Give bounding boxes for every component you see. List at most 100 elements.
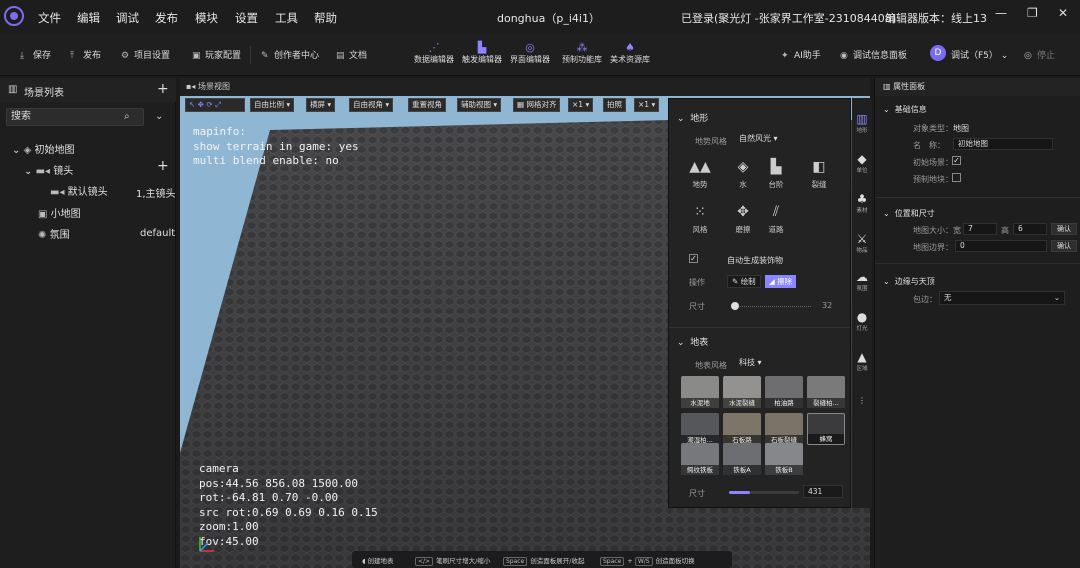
grid-scale-dropdown[interactable]: ×1 ▾ (568, 98, 594, 112)
texture-stone-crack[interactable]: 石板裂缝 (765, 413, 803, 445)
basic-info-section[interactable]: ⌄ 基础信息 (883, 104, 927, 115)
draw-button[interactable]: ✎ 绘制 (727, 275, 761, 288)
confirm-size-button[interactable]: 确认 (1051, 223, 1077, 235)
texture-asphalt[interactable]: 柏油路 (765, 376, 803, 408)
publish-button[interactable]: ⤒ 发布 (70, 48, 101, 61)
camera-add-icon: ▬◂ (50, 187, 65, 198)
menu-debug[interactable]: 调试 (116, 10, 139, 26)
photo-button[interactable]: 拍照 (603, 98, 626, 112)
ai-assistant-label: AI助手 (794, 51, 821, 61)
edge-sky-section[interactable]: ⌄ 边缘与天顶 (883, 276, 935, 287)
texture-concrete[interactable]: 水泥地 (681, 376, 719, 408)
tool-crack[interactable]: ◧ 裂缝 (802, 159, 836, 190)
debug-run-button[interactable]: 调试（F5） ⌄ (951, 48, 1008, 61)
maximize-icon[interactable]: ❐ (1027, 6, 1038, 20)
category-region[interactable]: ▲ 区域 (852, 350, 872, 372)
terrain-style-dropdown[interactable]: 自然风光 ▾ (735, 133, 807, 147)
photo-scale-dropdown[interactable]: ×1 ▾ (634, 98, 660, 112)
category-terrain[interactable]: ▥ 地形 (852, 112, 872, 134)
menu-publish[interactable]: 发布 (155, 10, 178, 26)
prefab-library-button[interactable]: ⁂ 预制功能库 (562, 41, 602, 65)
trigger-editor-button[interactable]: ▙ 触发编辑器 (462, 41, 502, 65)
orientation-dropdown[interactable]: 横屏 ▾ (306, 98, 336, 112)
erase-button[interactable]: ◢ 擦除 (765, 275, 797, 288)
initial-scene-checkbox[interactable]: ✓ (952, 156, 961, 165)
grid-snap-toggle[interactable]: ▦ 网格对齐 (513, 98, 561, 112)
tree-item-minimap[interactable]: ▣ 小地图 (38, 205, 81, 220)
close-icon[interactable]: ✕ (1058, 6, 1068, 20)
tree-item-label: 镜头 (53, 166, 74, 177)
view-mode-dropdown[interactable]: 自由视角 ▾ (349, 98, 394, 112)
chevron-down-icon[interactable]: ⌄ (155, 111, 163, 122)
section-title: 地形 (690, 114, 709, 124)
search-icon[interactable]: ⌕ (124, 111, 130, 122)
tool-style[interactable]: ⁙ 风格 (683, 204, 717, 235)
tool-terrain[interactable]: ▲▲ 地势 (683, 159, 717, 190)
auto-decor-checkbox[interactable]: ✓ (689, 254, 698, 263)
texture-plate-a[interactable]: 铁板A (723, 443, 761, 475)
debug-info-panel-button[interactable]: ◉ 调试信息面板 (840, 48, 907, 61)
player-config-button[interactable]: ▣ 玩家配置 (192, 48, 241, 61)
surface-size-track[interactable] (729, 491, 799, 494)
menu-settings[interactable]: 设置 (235, 10, 258, 26)
surround-dropdown[interactable]: 无 ⌄ (939, 291, 1065, 305)
surface-style-dropdown[interactable]: 科技 ▾ (735, 357, 805, 371)
texture-plate-b[interactable]: 铁板B (765, 443, 803, 475)
surface-size-input[interactable]: 431 (803, 485, 843, 498)
tree-item-camera-group[interactable]: ⌄ ▬◂ 镜头 (24, 162, 73, 177)
texture-wet-asphalt[interactable]: 潮湿柏... (681, 413, 719, 445)
width-input[interactable]: 7 (963, 223, 997, 235)
transform-tools[interactable]: ↖ ✥ ⟳ ⤢ (185, 98, 245, 112)
art-library-button[interactable]: ♠ 美术资源库 (610, 41, 650, 65)
texture-stone-slab[interactable]: 石板路 (723, 413, 761, 445)
category-unit[interactable]: ◆ 单位 (852, 152, 872, 174)
name-input[interactable]: 初始地图 (953, 138, 1053, 150)
aux-view-dropdown[interactable]: 辅助视图 ▾ (457, 98, 502, 112)
confirm-border-button[interactable]: 确认 (1051, 240, 1077, 252)
ai-assistant-button[interactable]: ✦ AI助手 (781, 48, 821, 61)
tree-item-atmosphere[interactable]: ✺ 氛围 (38, 226, 70, 241)
creator-center-button[interactable]: ✎ 创作者中心 (261, 48, 319, 61)
tree-item-initial-map[interactable]: ⌄ ◈ 初始地图 (12, 141, 74, 156)
save-button[interactable]: ⤓ 保存 (20, 48, 51, 61)
brush-size-slider[interactable] (731, 306, 811, 307)
height-input[interactable]: 6 (1013, 223, 1047, 235)
aspect-dropdown[interactable]: 自由比例 ▾ (250, 98, 295, 112)
texture-concrete-crack[interactable]: 水泥裂缝 (723, 376, 761, 408)
prefab-tile-checkbox[interactable] (952, 173, 961, 182)
tool-smooth[interactable]: ✥ 磨擦 (726, 204, 760, 235)
category-item[interactable]: ⚔ 物品 (852, 232, 872, 254)
tool-steps[interactable]: ▙ 台阶 (759, 159, 793, 190)
map-border-input[interactable]: 0 (955, 240, 1047, 252)
tree-item-label: 默认镜头 (67, 187, 108, 198)
stop-icon: ◎ (1024, 51, 1032, 61)
menu-file[interactable]: 文件 (38, 10, 61, 26)
terrain-section-header[interactable]: ⌄ 地形 (677, 111, 708, 124)
ui-editor-button[interactable]: ◎ 界面编辑器 (510, 41, 550, 65)
tool-road[interactable]: ⫽ 道路 (759, 204, 793, 235)
menu-edit[interactable]: 编辑 (77, 10, 100, 26)
texture-asphalt-crack[interactable]: 裂缝柏... (807, 376, 845, 408)
minimize-icon[interactable]: — (995, 6, 1007, 20)
category-light[interactable]: ● 灯光 (852, 310, 872, 332)
project-settings-button[interactable]: ⚙ 项目设置 (121, 48, 170, 61)
category-material[interactable]: ♣ 素材 (852, 192, 872, 214)
tree-item-default-camera[interactable]: ▬◂ 默认镜头 (50, 183, 108, 198)
stop-button[interactable]: ◎ 停止 (1024, 48, 1055, 61)
add-scene-button[interactable]: + (157, 81, 169, 97)
brush-size-handle[interactable] (731, 302, 739, 310)
add-camera-button[interactable]: + (157, 158, 169, 174)
category-atmosphere[interactable]: ☁ 氛围 (852, 270, 872, 292)
menu-tools[interactable]: 工具 (275, 10, 298, 26)
more-dots-icon[interactable]: ⋮ (852, 396, 872, 405)
texture-tread-plate[interactable]: 鳄纹铁板 (681, 443, 719, 475)
data-editor-button[interactable]: ⋰ 数据编辑器 (414, 41, 454, 65)
texture-honeycomb[interactable]: 蜂窝 (807, 413, 845, 445)
position-size-section[interactable]: ⌄ 位置和尺寸 (883, 208, 935, 219)
menu-module[interactable]: 模块 (195, 10, 218, 26)
docs-button[interactable]: ▤ 文档 (336, 48, 367, 61)
surface-section-header[interactable]: ⌄ 地表 (677, 335, 708, 348)
tool-water[interactable]: ◈ 水 (726, 159, 760, 190)
menu-help[interactable]: 帮助 (314, 10, 337, 26)
reset-view-button[interactable]: 重置视角 (408, 98, 446, 112)
